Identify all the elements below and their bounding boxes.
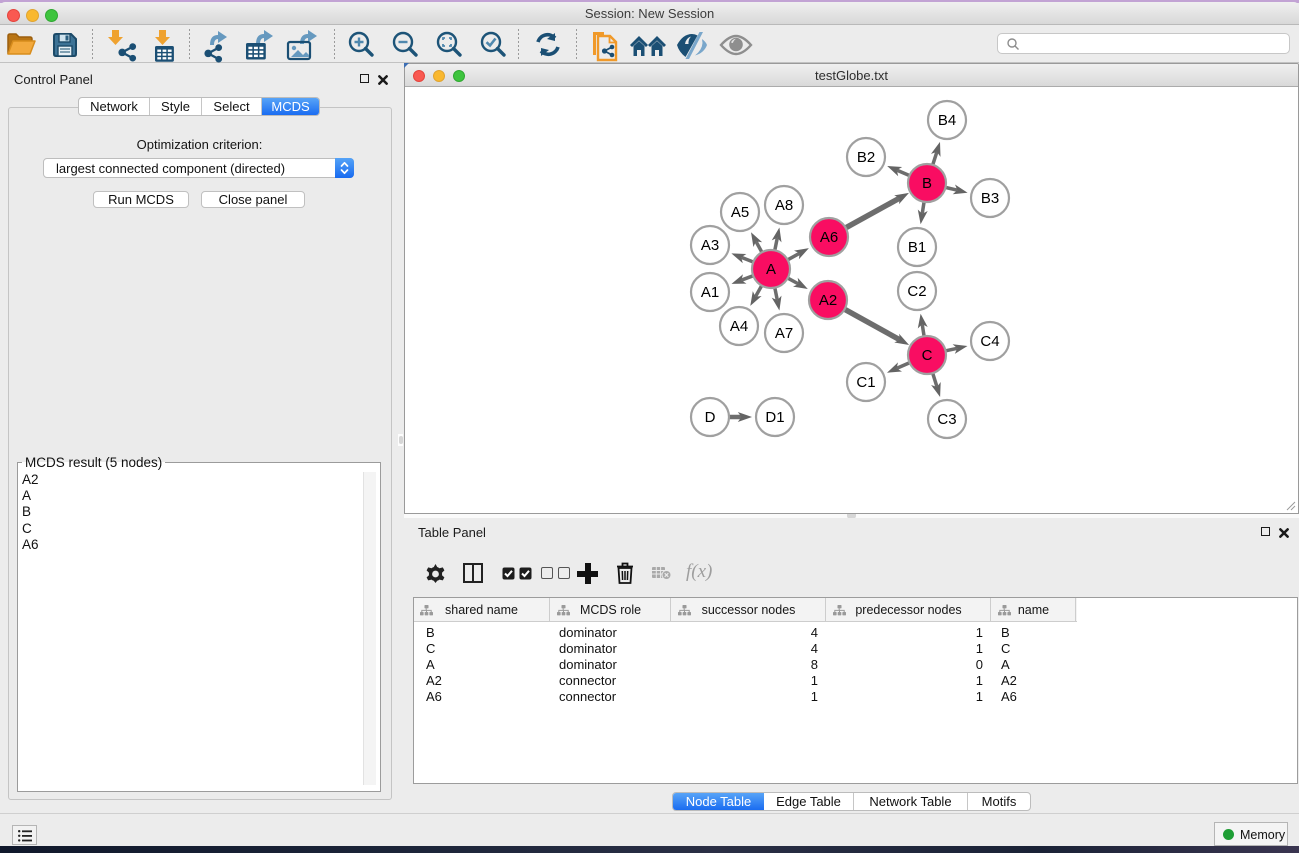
svg-text:A2: A2 <box>819 292 837 309</box>
svg-text:C1: C1 <box>856 374 875 391</box>
svg-text:B1: B1 <box>908 239 926 256</box>
svg-text:A8: A8 <box>775 197 793 214</box>
svg-text:A: A <box>766 261 776 278</box>
svg-text:A5: A5 <box>731 204 749 221</box>
svg-text:A1: A1 <box>701 284 719 301</box>
svg-text:A4: A4 <box>730 318 748 335</box>
svg-text:C: C <box>922 347 933 364</box>
svg-text:D1: D1 <box>765 409 784 426</box>
svg-text:B2: B2 <box>857 149 875 166</box>
svg-text:C4: C4 <box>980 333 999 350</box>
svg-text:C3: C3 <box>937 411 956 428</box>
svg-text:B4: B4 <box>938 112 956 129</box>
svg-text:D: D <box>705 409 716 426</box>
svg-text:C2: C2 <box>907 283 926 300</box>
svg-text:B3: B3 <box>981 190 999 207</box>
svg-text:B: B <box>922 175 932 192</box>
svg-text:A3: A3 <box>701 237 719 254</box>
svg-text:A7: A7 <box>775 325 793 342</box>
svg-text:A6: A6 <box>820 229 838 246</box>
